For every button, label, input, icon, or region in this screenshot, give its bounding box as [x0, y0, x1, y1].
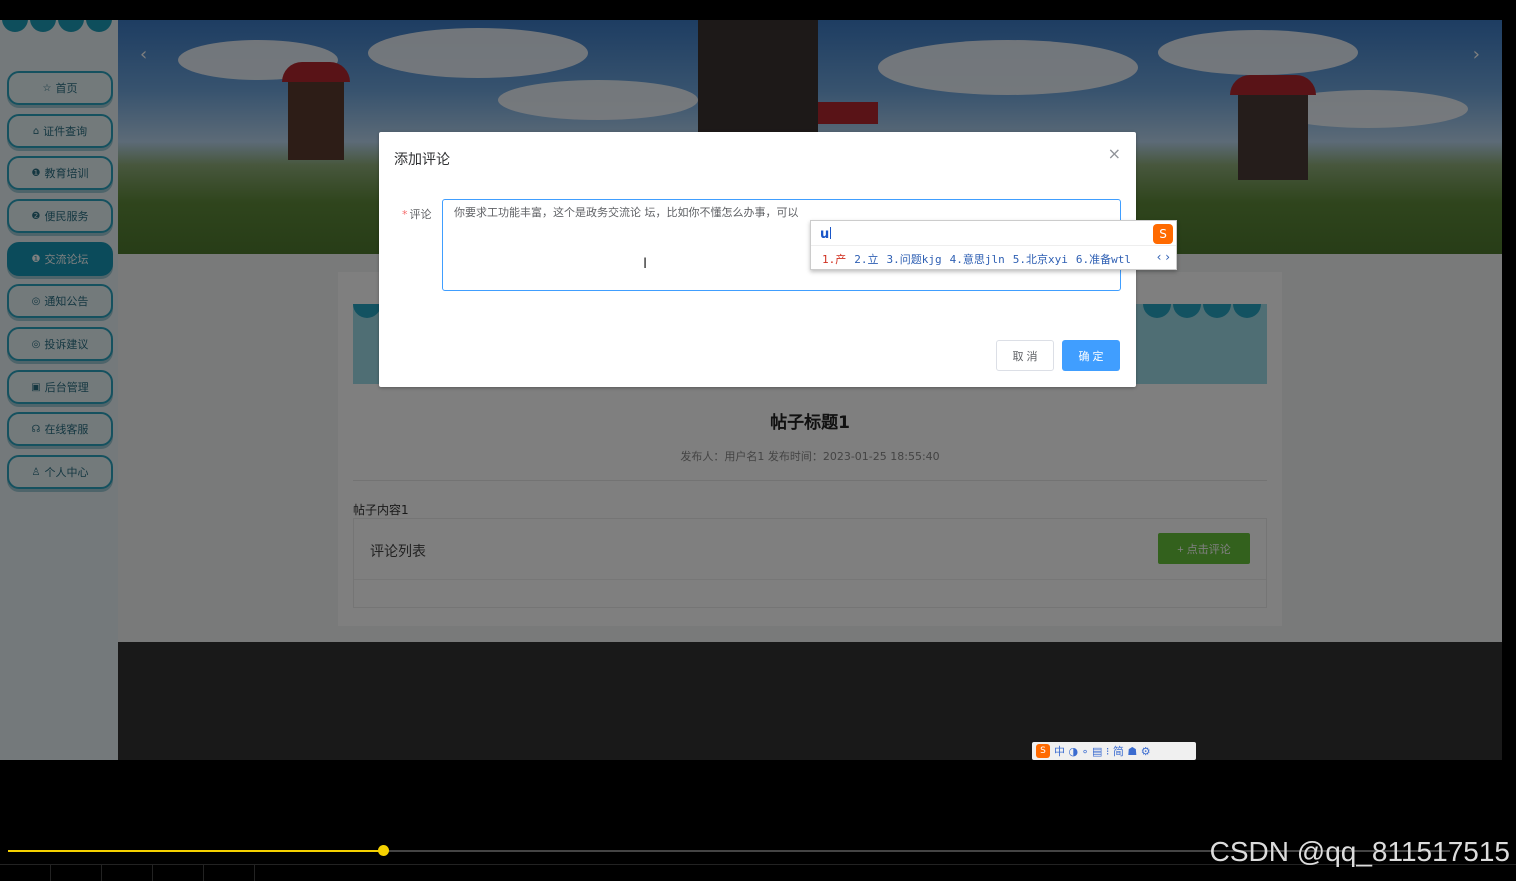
cancel-button[interactable]: 取 消	[996, 340, 1054, 371]
ime-candidate[interactable]: 5.北京xyi	[1013, 251, 1068, 267]
ime-composition-text: u	[820, 227, 830, 242]
divider	[811, 245, 1176, 246]
comment-field-label: * 评论	[402, 206, 432, 222]
seek-bar-progress	[8, 850, 383, 852]
close-icon[interactable]: ×	[1108, 144, 1121, 163]
control-slot[interactable]	[153, 865, 204, 881]
ime-logo-icon: S	[1036, 744, 1050, 758]
watermark-text: CSDN @qq_811517515	[1209, 836, 1510, 867]
ime-status-bar[interactable]: S 中 ◑ ∘ ▤ ⁝ 简 ☗ ⚙	[1032, 742, 1196, 760]
control-slot[interactable]	[51, 865, 102, 881]
ime-candidate-window: u S 1.产 2.立 3.问题kjg 4.意思jln 5.北京xyi 6.准备…	[810, 220, 1177, 270]
confirm-button[interactable]: 确 定	[1062, 340, 1120, 371]
ime-candidate[interactable]: 6.准备wtl	[1076, 251, 1131, 267]
ime-candidate[interactable]: 1.产	[822, 251, 846, 267]
control-slot[interactable]	[0, 865, 51, 881]
ime-candidate[interactable]: 4.意思jln	[950, 251, 1005, 267]
ime-page-arrows-icon[interactable]: ‹ ›	[1157, 250, 1170, 264]
dialog-title: 添加评论	[394, 152, 450, 168]
video-player-controls: CSDN @qq_811517515	[0, 760, 1516, 881]
control-slot[interactable]	[204, 865, 255, 881]
ime-candidate[interactable]: 3.问题kjg	[887, 251, 942, 267]
ime-candidate-list: 1.产 2.立 3.问题kjg 4.意思jln 5.北京xyi 6.准备wtl	[822, 251, 1131, 267]
comment-label-text: 评论	[409, 208, 432, 221]
control-slot[interactable]	[102, 865, 153, 881]
text-cursor-icon: I	[643, 256, 648, 272]
ime-logo-icon: S	[1153, 224, 1173, 244]
modal-overlay[interactable]	[0, 20, 1502, 760]
ime-status-icons: 中 ◑ ∘ ▤ ⁝ 简 ☗ ⚙	[1054, 745, 1151, 758]
app-screen: ☆首页 ⌂证件查询 ❶教育培训 ❷便民服务 ❶交流论坛 ◎通知公告 ◎投诉建议 …	[0, 20, 1502, 760]
required-marker: *	[402, 208, 408, 221]
seek-bar-handle[interactable]	[377, 845, 389, 856]
ime-candidate[interactable]: 2.立	[854, 251, 878, 267]
